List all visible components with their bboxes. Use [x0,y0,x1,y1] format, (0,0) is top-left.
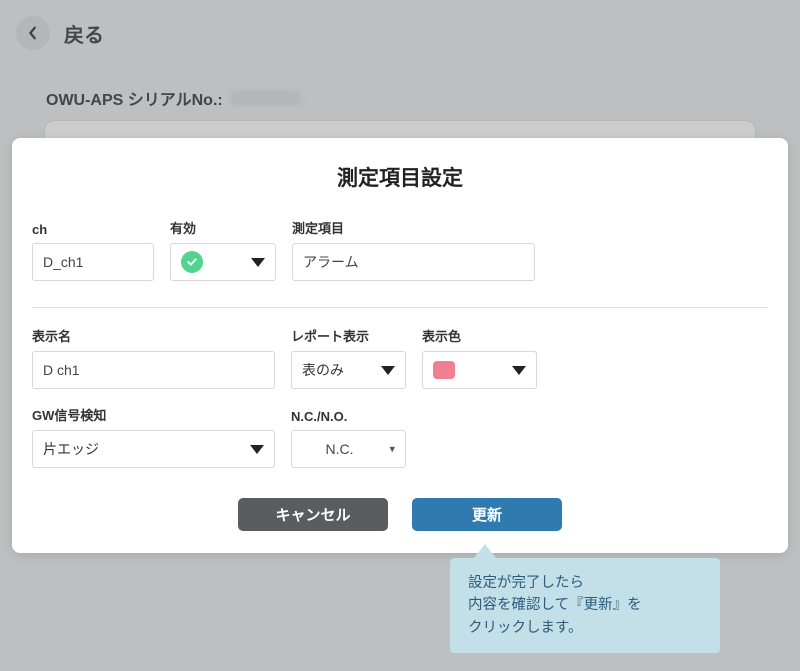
label-display-name: 表示名 [32,326,275,345]
settings-modal: 測定項目設定 ch D_ch1 有効 測定項目 アラーム 表示名 D ch1 レ [12,138,788,553]
divider [32,307,768,308]
label-ch: ch [32,222,154,237]
caret-down-icon [251,258,265,267]
display-color-select[interactable] [422,351,537,389]
tooltip-callout: 設定が完了したら 内容を確認して『更新』を クリックします。 [450,558,720,653]
enabled-select[interactable] [170,243,276,281]
label-report-display: レポート表示 [291,326,406,345]
nc-no-select-native[interactable]: N.C. [302,431,395,467]
display-name-input[interactable]: D ch1 [32,351,275,389]
label-nc-no: N.C./N.O. [291,409,406,424]
ch-input[interactable]: D_ch1 [32,243,154,281]
caret-down-icon [250,445,264,454]
check-circle-icon [181,251,203,273]
item-input[interactable]: アラーム [292,243,535,281]
caret-down-icon [381,366,395,375]
color-swatch [433,361,455,379]
callout-line-2: 内容を確認して『更新』を [468,594,702,616]
label-display-color: 表示色 [422,326,537,345]
report-display-select[interactable]: 表のみ [291,351,406,389]
label-enabled: 有効 [170,218,276,237]
caret-down-icon [512,366,526,375]
tooltip-arrow-icon [474,544,496,558]
callout-line-1: 設定が完了したら [468,572,702,594]
label-item: 測定項目 [292,218,535,237]
submit-button[interactable]: 更新 [412,498,562,531]
callout-line-3: クリックします。 [468,617,702,639]
gw-signal-select[interactable]: 片エッジ [32,430,275,468]
nc-no-select[interactable]: N.C. ▾ [291,430,406,468]
modal-title: 測定項目設定 [32,162,768,192]
label-gw-signal: GW信号検知 [32,405,275,424]
cancel-button[interactable]: キャンセル [238,498,388,531]
